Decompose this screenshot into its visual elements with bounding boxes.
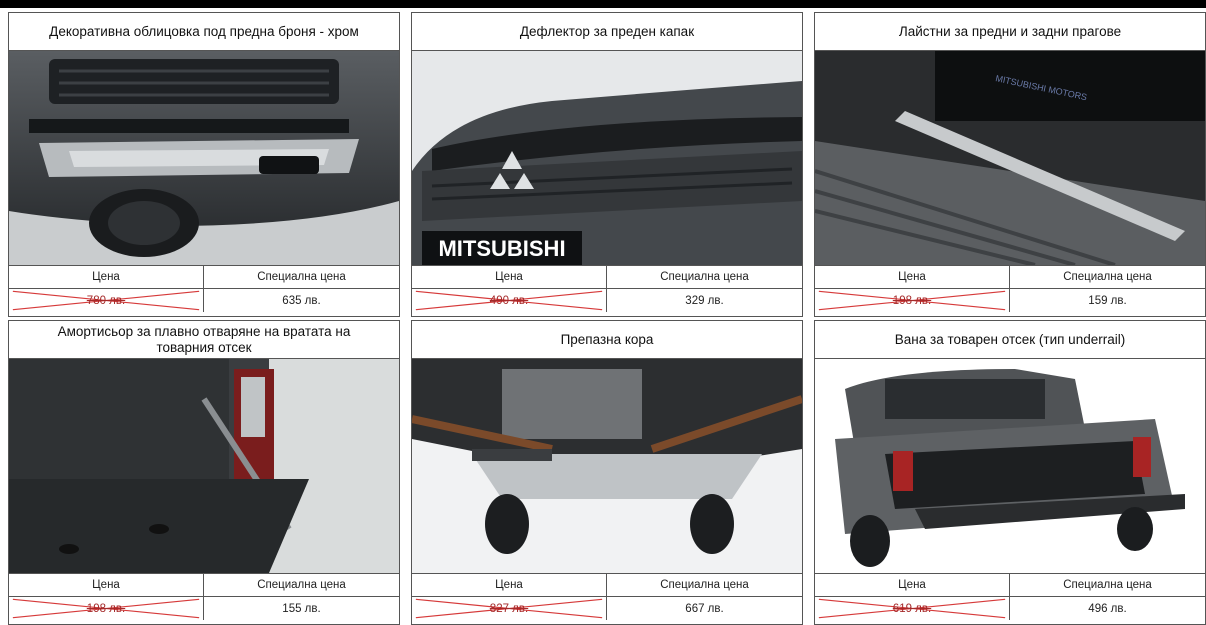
- top-header-bar: [0, 0, 1206, 8]
- price-table: Цена Специална цена 780 лв. 635 лв.: [9, 265, 399, 312]
- product-card-bed-liner[interactable]: Вана за товарен отсек (тип underrail) Це…: [814, 320, 1206, 625]
- special-price: 155 лв.: [282, 602, 321, 615]
- bed-liner-photo: [815, 359, 1205, 573]
- price-label: Цена: [9, 574, 204, 597]
- price-label: Цена: [9, 266, 204, 289]
- price-table: Цена Специална цена 490 лв. 329 лв.: [412, 265, 802, 312]
- price-label: Цена: [815, 266, 1010, 289]
- product-title: Вана за товарен отсек (тип underrail): [815, 321, 1205, 359]
- old-price: 827 лв.: [412, 597, 607, 620]
- price-table: Цена Специална цена 619 лв. 496 лв.: [815, 573, 1205, 620]
- price-label: Цена: [412, 266, 607, 289]
- old-price: 780 лв.: [9, 289, 204, 312]
- old-price: 619 лв.: [815, 597, 1010, 620]
- special-price-label: Специална цена: [607, 574, 802, 597]
- product-card-skid-plate[interactable]: Препазна кора Цена Специална цена 827 лв…: [411, 320, 803, 625]
- special-price: 496 лв.: [1088, 602, 1127, 615]
- product-title: Дефлектор за преден капак: [412, 13, 802, 51]
- chrome-bumper-trim-photo: [9, 51, 399, 265]
- old-price: 198 лв.: [815, 289, 1010, 312]
- skid-plate-photo: [412, 359, 802, 573]
- special-price-label: Специална цена: [1010, 574, 1205, 597]
- product-title: Амортисьор за плавно отваряне на вратата…: [9, 321, 399, 359]
- price-label: Цена: [815, 574, 1010, 597]
- price-table: Цена Специална цена 198 лв. 159 лв.: [815, 265, 1205, 312]
- tailgate-damper-photo: [9, 359, 399, 573]
- product-title: Лайстни за предни и задни прагове: [815, 13, 1205, 51]
- price-table: Цена Специална цена 198 лв. 155 лв.: [9, 573, 399, 620]
- special-price: 667 лв.: [685, 602, 724, 615]
- brand-badge: MITSUBISHI: [438, 236, 565, 261]
- old-price: 490 лв.: [412, 289, 607, 312]
- product-card-tailgate-damper[interactable]: Амортисьор за плавно отваряне на вратата…: [8, 320, 400, 625]
- product-card-bumper-trim[interactable]: Декоративна облицовка под предна броня -…: [8, 12, 400, 317]
- price-label: Цена: [412, 574, 607, 597]
- special-price-label: Специална цена: [204, 266, 399, 289]
- special-price-label: Специална цена: [1010, 266, 1205, 289]
- product-card-hood-deflector[interactable]: Дефлектор за преден капак MITSUBISHI Цен…: [411, 12, 803, 317]
- special-price: 159 лв.: [1088, 294, 1127, 307]
- old-price: 198 лв.: [9, 597, 204, 620]
- hood-deflector-photo: MITSUBISHI: [412, 51, 802, 265]
- product-title: Препазна кора: [412, 321, 802, 359]
- special-price-label: Специална цена: [204, 574, 399, 597]
- door-sill-photo: MITSUBISHI MOTORS: [815, 51, 1205, 265]
- product-card-door-sill[interactable]: Лайстни за предни и задни прагове MITSUB…: [814, 12, 1206, 317]
- special-price: 635 лв.: [282, 294, 321, 307]
- price-table: Цена Специална цена 827 лв. 667 лв.: [412, 573, 802, 620]
- special-price: 329 лв.: [685, 294, 724, 307]
- special-price-label: Специална цена: [607, 266, 802, 289]
- product-title: Декоративна облицовка под предна броня -…: [9, 13, 399, 51]
